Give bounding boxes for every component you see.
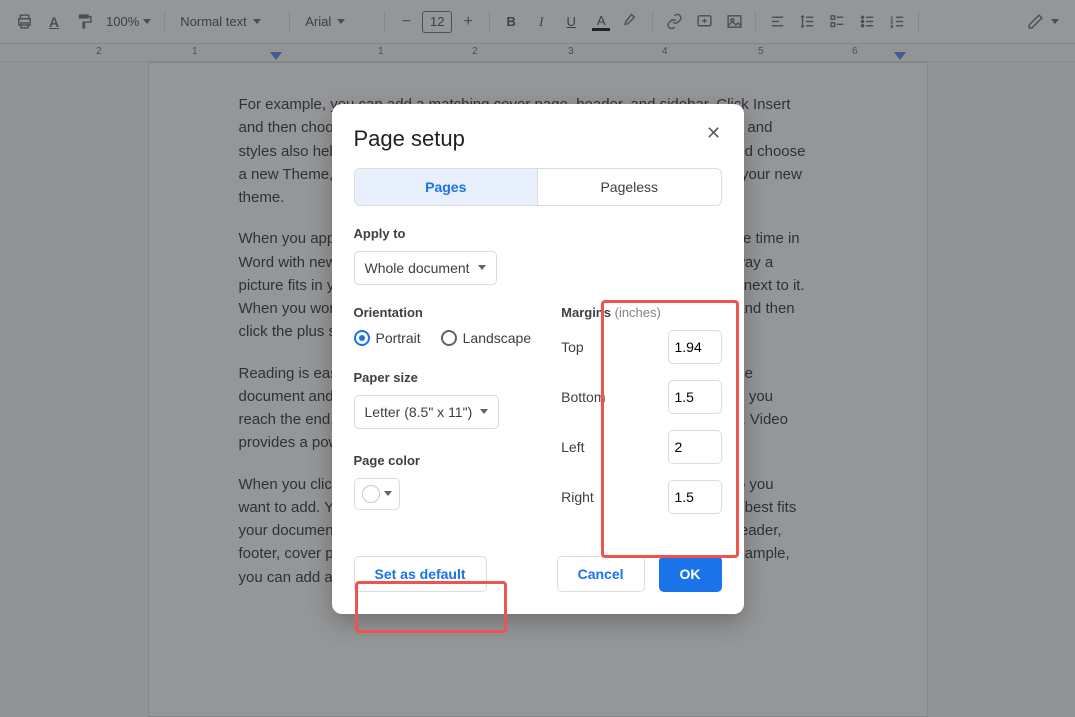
close-icon[interactable]: ✕: [700, 120, 728, 148]
paper-size-select[interactable]: Letter (8.5" x 11"): [354, 395, 500, 429]
margin-right-label: Right: [561, 489, 594, 505]
margin-left-input[interactable]: [668, 430, 722, 464]
dialog-title: Page setup: [354, 126, 722, 152]
tab-pageless[interactable]: Pageless: [537, 169, 721, 205]
apply-to-select[interactable]: Whole document: [354, 251, 497, 285]
set-as-default-button[interactable]: Set as default: [354, 556, 487, 592]
modal-overlay: Page setup ✕ Pages Pageless Apply to Who…: [0, 0, 1075, 717]
orientation-label: Orientation: [354, 305, 532, 320]
margin-bottom-label: Bottom: [561, 389, 605, 405]
apply-to-label: Apply to: [354, 226, 722, 241]
page-setup-dialog: Page setup ✕ Pages Pageless Apply to Who…: [332, 104, 744, 614]
radio-landscape[interactable]: Landscape: [441, 330, 532, 346]
page-color-select[interactable]: [354, 478, 400, 510]
margin-left-label: Left: [561, 439, 584, 455]
paper-size-label: Paper size: [354, 370, 532, 385]
cancel-button[interactable]: Cancel: [557, 556, 645, 592]
tab-pages[interactable]: Pages: [355, 169, 538, 205]
margin-top-label: Top: [561, 339, 584, 355]
dialog-tabs: Pages Pageless: [354, 168, 722, 206]
margin-right-input[interactable]: [668, 480, 722, 514]
margin-top-input[interactable]: [668, 330, 722, 364]
margin-bottom-input[interactable]: [668, 380, 722, 414]
radio-portrait[interactable]: Portrait: [354, 330, 421, 346]
ok-button[interactable]: OK: [659, 556, 722, 592]
page-color-label: Page color: [354, 453, 532, 468]
margins-label: Margins (inches): [561, 305, 721, 320]
